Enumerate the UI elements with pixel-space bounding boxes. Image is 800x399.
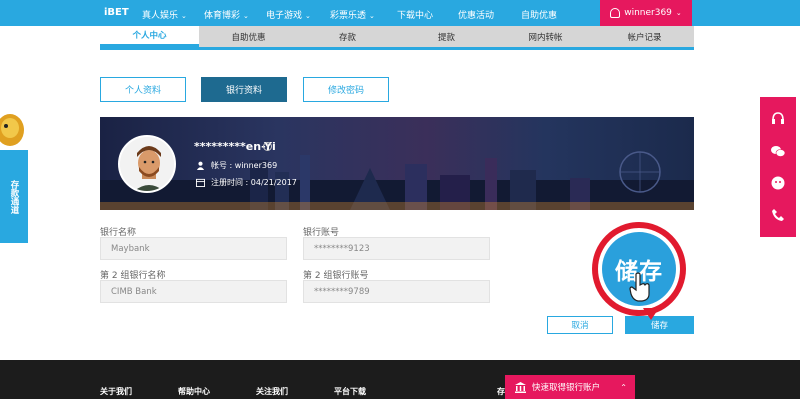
save-button[interactable]: 储存 [625, 316, 694, 334]
chevron-down-icon: ⌄ [369, 12, 375, 20]
top-nav: iBET 真人娱乐 ⌄ 体育博彩 ⌄ 电子游戏 ⌄ 彩票乐透 ⌄ 下载中心 优惠活动 自… [0, 0, 800, 28]
phone-icon[interactable] [770, 207, 786, 223]
cancel-button[interactable]: 取消 [547, 316, 613, 334]
deposit-channel-float[interactable]: 存款通道 [0, 150, 28, 243]
footer-link-follow[interactable]: 关注我们 [256, 386, 288, 397]
qq-icon[interactable] [770, 175, 786, 191]
username: winner369 [624, 8, 672, 18]
nav-item-self-promo[interactable]: 自助优惠 [521, 8, 557, 21]
mascot-icon [0, 114, 24, 146]
tab-withdraw[interactable]: 提款 [397, 26, 496, 47]
subtab-bank-info[interactable]: 银行资料 [201, 77, 287, 102]
tab-transfer[interactable]: 网内转帐 [496, 26, 595, 47]
quick-bank-bar[interactable]: 快速取得银行账户 ⌃ [505, 375, 635, 399]
user-icon [610, 8, 621, 18]
profile-banner [100, 117, 694, 210]
bank-icon [515, 381, 526, 393]
right-support-bar [760, 97, 796, 237]
avatar [118, 135, 176, 193]
footer-link-download[interactable]: 平台下载 [334, 386, 366, 397]
tab-personal-center[interactable]: 个人中心 [100, 26, 199, 47]
brand-logo[interactable]: iBET [104, 7, 129, 18]
nav-item-promotions[interactable]: 优惠活动 [458, 8, 494, 21]
quick-bank-label: 快速取得银行账户 [532, 383, 601, 393]
profile-registered: 注册时间 : 04/21/2017 [196, 177, 297, 188]
nav-item-lottery[interactable]: 彩票乐透 ⌄ [330, 8, 375, 21]
chevron-down-icon: ⌄ [181, 12, 187, 20]
info-icon[interactable]: i [263, 142, 272, 151]
bank-name-field[interactable]: Maybank [100, 237, 287, 260]
profile-account: 帐号 : winner369 [196, 160, 277, 171]
chevron-down-icon: ⌄ [243, 12, 249, 20]
bank-account-field[interactable]: ********9123 [303, 237, 490, 260]
tab-deposit[interactable]: 存款 [298, 26, 397, 47]
footer-link-help[interactable]: 帮助中心 [178, 386, 210, 397]
tab-self-promo[interactable]: 自助优惠 [199, 26, 298, 47]
account-subnav: 个人中心 自助优惠 存款 提款 网内转帐 帐户记录 [0, 26, 800, 50]
headset-icon[interactable] [770, 111, 786, 127]
nav-item-download[interactable]: 下载中心 [397, 8, 433, 21]
bank2-name-field[interactable]: CIMB Bank [100, 280, 287, 303]
nav-item-live-casino[interactable]: 真人娱乐 ⌄ [142, 8, 187, 21]
chevron-down-icon: ⌄ [305, 12, 311, 20]
subtab-personal-info[interactable]: 个人资料 [100, 77, 186, 102]
chevron-up-icon: ⌃ [620, 382, 627, 392]
user-icon [196, 161, 205, 170]
nav-item-sports[interactable]: 体育博彩 ⌄ [204, 8, 249, 21]
subtab-change-password[interactable]: 修改密码 [303, 77, 389, 102]
callout-pointer [643, 308, 659, 320]
hand-pointer-icon [629, 272, 650, 302]
city-skyline-image [100, 151, 694, 210]
user-menu-button[interactable]: winner369 ⌄ [600, 0, 692, 26]
subnav-underline [100, 47, 694, 50]
tab-account-records[interactable]: 帐户记录 [595, 26, 694, 47]
nav-item-slots[interactable]: 电子游戏 ⌄ [266, 8, 311, 21]
footer-link-about[interactable]: 关于我们 [100, 386, 132, 397]
wechat-icon[interactable] [770, 143, 786, 159]
chevron-down-icon: ⌄ [675, 9, 682, 17]
footer-link-partial[interactable]: 存 [497, 386, 505, 397]
calendar-icon [196, 178, 205, 187]
bank2-account-field[interactable]: ********9789 [303, 280, 490, 303]
